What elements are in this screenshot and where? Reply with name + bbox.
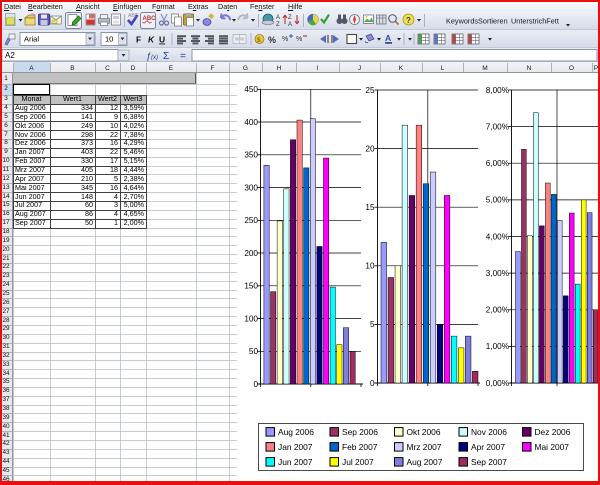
svg-text:$: $ xyxy=(257,37,261,44)
svg-text:20: 20 xyxy=(365,144,375,153)
svg-text:A2: A2 xyxy=(5,51,15,60)
svg-text:U: U xyxy=(159,35,165,45)
svg-text:3,00%: 3,00% xyxy=(486,269,509,278)
svg-text:Dez 2006: Dez 2006 xyxy=(535,427,571,437)
svg-text:2,00%: 2,00% xyxy=(486,306,509,315)
svg-text:Jan 2007: Jan 2007 xyxy=(278,442,313,452)
svg-text:10: 10 xyxy=(365,262,375,271)
svg-text:450: 450 xyxy=(244,85,258,94)
svg-text:A: A xyxy=(288,22,292,28)
svg-text:KeywordsSortieren: KeywordsSortieren xyxy=(446,17,508,26)
svg-text:%: % xyxy=(296,36,302,43)
svg-text:Feb 2007: Feb 2007 xyxy=(342,442,378,452)
svg-text:350: 350 xyxy=(244,151,258,160)
svg-text:5: 5 xyxy=(370,320,375,329)
svg-text:15: 15 xyxy=(365,203,375,212)
svg-text:%: % xyxy=(268,35,276,45)
svg-text:Mai 2007: Mai 2007 xyxy=(535,442,570,452)
svg-text:ƒ(x): ƒ(x) xyxy=(146,51,158,61)
svg-text:?: ? xyxy=(406,16,411,25)
svg-text:Jun 2007: Jun 2007 xyxy=(278,457,313,467)
svg-text:250: 250 xyxy=(244,216,258,225)
svg-text:Okt 2006: Okt 2006 xyxy=(407,427,441,437)
svg-text:Sep 2007: Sep 2007 xyxy=(471,457,507,467)
svg-text:400: 400 xyxy=(244,118,258,127)
svg-text:ABC: ABC xyxy=(143,16,157,22)
svg-text:=: = xyxy=(180,51,186,62)
svg-text:50: 50 xyxy=(249,347,259,356)
svg-text:Z: Z xyxy=(276,22,280,28)
svg-text:UnterstrichFett: UnterstrichFett xyxy=(511,17,559,26)
svg-text:100: 100 xyxy=(244,314,258,323)
svg-text:Jul 2007: Jul 2007 xyxy=(342,457,374,467)
svg-text:200: 200 xyxy=(244,249,258,258)
svg-text:A: A xyxy=(385,33,391,43)
svg-text:4,00%: 4,00% xyxy=(486,232,509,241)
svg-text:%: % xyxy=(282,36,288,43)
svg-text:Arial: Arial xyxy=(24,35,39,44)
svg-text:Sep 2006: Sep 2006 xyxy=(342,427,378,437)
svg-text:Apr 2007: Apr 2007 xyxy=(471,442,505,452)
svg-text:F: F xyxy=(136,35,141,45)
svg-text:ABC: ABC xyxy=(128,13,139,19)
svg-text:25: 25 xyxy=(365,86,375,95)
svg-text:Aug 2006: Aug 2006 xyxy=(278,427,314,437)
svg-text:0: 0 xyxy=(370,379,375,388)
svg-text:Mrz 2007: Mrz 2007 xyxy=(407,442,442,452)
svg-text:300: 300 xyxy=(244,183,258,192)
svg-text:0,00%: 0,00% xyxy=(486,379,509,388)
svg-text:Nov 2006: Nov 2006 xyxy=(471,427,507,437)
svg-text:150: 150 xyxy=(244,282,258,291)
svg-text:Aug 2007: Aug 2007 xyxy=(407,457,443,467)
svg-text:1,00%: 1,00% xyxy=(486,342,509,351)
svg-text:Z: Z xyxy=(288,15,292,21)
svg-text:7,00%: 7,00% xyxy=(486,122,509,131)
svg-text:K: K xyxy=(148,35,155,45)
svg-text:5,00%: 5,00% xyxy=(486,196,509,205)
svg-text:10: 10 xyxy=(105,35,113,44)
svg-text:8,00%: 8,00% xyxy=(486,86,509,95)
svg-text:Σ: Σ xyxy=(163,51,169,62)
svg-text:A: A xyxy=(276,15,280,21)
svg-text:6,00%: 6,00% xyxy=(486,159,509,168)
